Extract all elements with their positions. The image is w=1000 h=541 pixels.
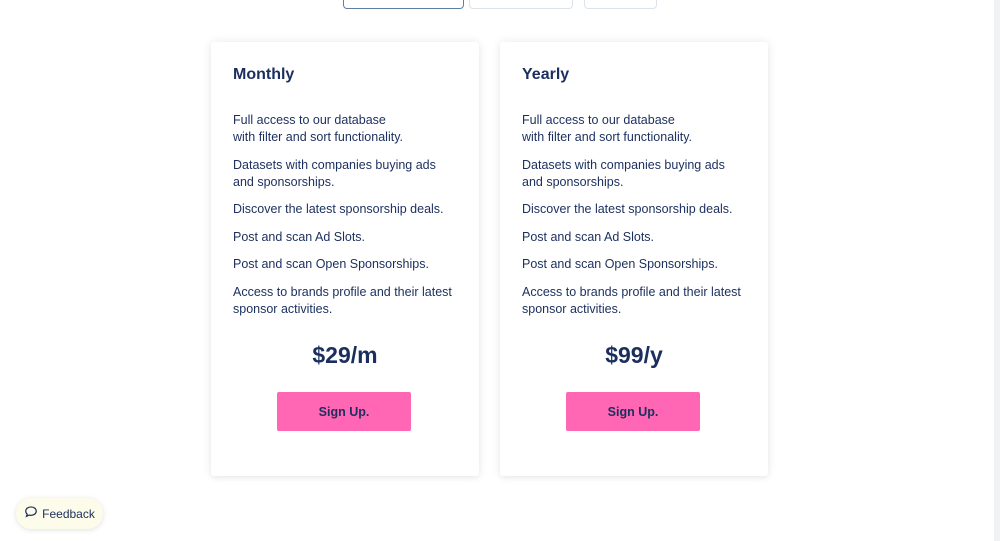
feedback-label: Feedback (42, 506, 95, 521)
tab-2[interactable] (469, 0, 573, 9)
tab-1[interactable] (343, 0, 464, 9)
feature-list: Full access to our database with filter … (233, 112, 458, 328)
feature-item: Full access to our database with filter … (233, 113, 403, 144)
feature-item: Post and scan Open Sponsorships. (233, 257, 429, 271)
feature-list: Full access to our database with filter … (522, 112, 747, 328)
plan-toggle-tabs (0, 0, 1000, 10)
feature-item: Discover the latest sponsorship deals. (233, 202, 444, 216)
scrollbar-track[interactable] (994, 0, 1000, 541)
pricing-card-yearly: Yearly Full access to our database with … (500, 42, 768, 476)
feature-item: Access to brands profile and their lates… (233, 284, 452, 316)
feature-item: Datasets with companies buying ads and s… (233, 157, 436, 189)
price-label: $99/y (605, 342, 663, 368)
plan-title: Monthly (233, 66, 295, 83)
sign-up-button-monthly[interactable]: Sign Up. (277, 392, 411, 431)
speech-bubble-icon (24, 505, 38, 522)
feature-item: Full access to our database with filter … (522, 113, 692, 144)
feature-item: Post and scan Ad Slots. (233, 229, 366, 244)
price-label: $29/m (312, 342, 378, 368)
feature-item: Datasets with companies buying ads and s… (522, 157, 725, 189)
feedback-button[interactable]: Feedback (16, 498, 103, 529)
feature-item: Discover the latest sponsorship deals. (522, 202, 733, 216)
pricing-card-monthly: Monthly Full access to our database with… (211, 42, 479, 476)
tab-3[interactable] (584, 0, 657, 9)
feature-item: Access to brands profile and their lates… (522, 284, 741, 316)
feature-item: Post and scan Ad Slots. (522, 229, 655, 244)
plan-title: Yearly (522, 66, 570, 83)
sign-up-button-yearly[interactable]: Sign Up. (566, 392, 700, 431)
feature-item: Post and scan Open Sponsorships. (522, 257, 718, 271)
